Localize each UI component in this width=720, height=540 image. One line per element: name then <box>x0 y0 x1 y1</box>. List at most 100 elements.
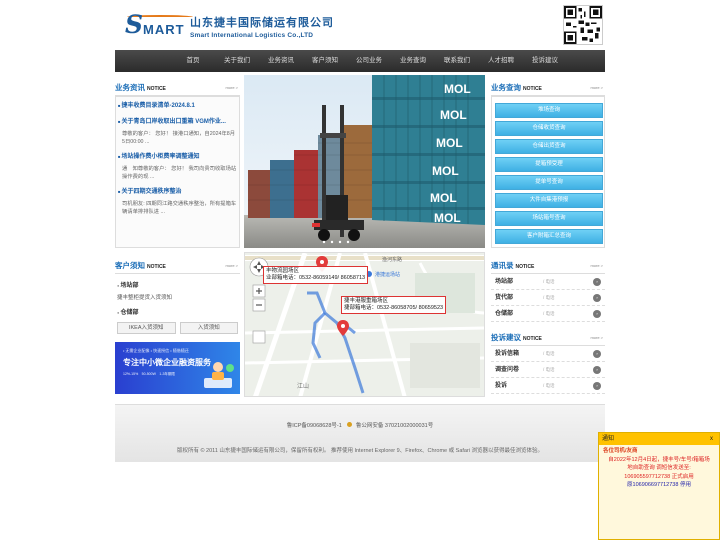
arrow-icon: › <box>593 366 601 374</box>
guide-more-link[interactable]: more > <box>225 263 238 268</box>
location-map[interactable]: 渔河东路 港捷运场站 江山 丰物流园场区 业部箱电话：0532-86059149… <box>244 252 485 397</box>
nav-customer-notice[interactable]: 客户须知 <box>303 50 347 72</box>
news-item-title[interactable]: 关于四期交通秩序整治 <box>118 187 237 197</box>
complaints-more-link[interactable]: more > <box>590 335 603 340</box>
complaint-tel: / 电话 <box>543 383 555 388</box>
news-item[interactable]: 捷丰收费目录清单-2024.8.1 <box>116 97 239 113</box>
nav-about[interactable]: 关于我们 <box>215 50 259 72</box>
query-notice: NOTICE <box>523 86 542 92</box>
complaint-row[interactable]: 投诉 / 电话 › <box>491 378 605 394</box>
bill-of-lading-query-button[interactable]: 提单号查询 <box>495 175 603 190</box>
contacts-section: 通讯录 NOTICE more > 场站部 / 电话 › 货代部 / 电话 › 仓储部 / … <box>491 260 605 395</box>
arrow-icon: › <box>593 350 601 358</box>
nav-news[interactable]: 业务资讯 <box>259 50 303 72</box>
container-yard-photo: MOL MOL MOL MOL MOL MOL <box>244 75 485 248</box>
police-record-link[interactable]: 鲁公网安备 37021002000031号 <box>356 423 433 429</box>
map-road-label: 渔河东路 <box>382 257 403 263</box>
company-logo[interactable]: S MART <box>125 10 195 39</box>
news-item[interactable]: 场站操作费小柜费率调整通知通 知尊敬的客户： 您好！ 我司向贵司收取场站操作费的… <box>116 148 239 183</box>
nav-jobs[interactable]: 人才招聘 <box>479 50 523 72</box>
complaint-row[interactable]: 调查问卷 / 电话 › <box>491 362 605 378</box>
guide-title: 客户须知 <box>115 261 145 270</box>
nav-contact[interactable]: 联系我们 <box>435 50 479 72</box>
banner-brand-text: MOL <box>436 136 463 150</box>
popup-line: 自2022年12月4日起，捷丰号/车号/箱箱场 <box>608 456 710 463</box>
complaint-name: 投诉 <box>495 383 508 389</box>
nav-complaints[interactable]: 投诉建议 <box>523 50 567 72</box>
warehouse-receive-query-button[interactable]: 仓储收货查询 <box>495 121 603 136</box>
popup-old-number: 原106906697712738 停用 <box>627 482 691 488</box>
finance-ad-banner[interactable]: • 无需企业配像 • 快速授信 • 随借随还 专注中小微企业融资服务 12%-1… <box>115 342 240 394</box>
arrow-icon: › <box>593 310 601 318</box>
banner-image[interactable]: MOL MOL MOL MOL MOL MOL <box>244 75 485 248</box>
inbound-notice-button[interactable]: 入货须知 <box>179 322 238 334</box>
contacts-more-link[interactable]: more > <box>590 263 603 268</box>
arrow-icon: › <box>593 278 601 286</box>
guide-header: 客户须知 NOTICE more > <box>115 260 240 274</box>
warehouse-ship-query-button[interactable]: 仓储出货查询 <box>495 139 603 154</box>
contact-row[interactable]: 仓储部 / 电话 › <box>491 306 605 322</box>
banner-brand-text: MOL <box>432 164 459 178</box>
logo-s: S <box>125 10 144 39</box>
yard-query-button[interactable]: 堆场查询 <box>495 103 603 118</box>
complaints-title: 投诉建议 <box>491 333 521 342</box>
contacts-header: 通讯录 NOTICE more > <box>491 260 605 274</box>
notice-popup: 通知 x 各位司机/友商 自2022年12月4日起，捷丰号/车号/箱箱场 地自助… <box>598 432 720 540</box>
ad-person-illustration <box>204 362 234 388</box>
company-name-cn: 山东捷丰国际储运有限公司 <box>190 16 334 29</box>
contact-tel: / 电话 <box>543 311 555 316</box>
contact-tel: / 电话 <box>543 295 555 300</box>
banner-brand-text: MOL <box>440 108 467 122</box>
guide-buttons: IKEA入货须知 入货须知 <box>117 322 238 334</box>
map-label-heavy-container-yard: 捷丰港服重箱场区 捷部箱电话：0532-86058705/ 80659523 <box>341 296 447 314</box>
notice-popup-body: 各位司机/友商 自2022年12月4日起，捷丰号/车号/箱箱场 地自助查询 调短… <box>599 445 719 492</box>
contact-name: 仓储部 <box>495 311 514 317</box>
news-item[interactable]: 关于四期交通秩序整治司机朋友: 四期同江路交通秩序整治，所有提箱车辆请单排排队进… <box>116 183 239 218</box>
map-place-label: 港捷运场站 <box>375 272 401 278</box>
news-more-link[interactable]: more > <box>225 85 238 90</box>
guide-notice: NOTICE <box>147 264 166 270</box>
news-item-summary: 通 知尊敬的客户： 您好！ 我司向贵司收取场站操作费的现 ... <box>122 166 237 180</box>
contact-row[interactable]: 货代部 / 电话 › <box>491 290 605 306</box>
close-icon[interactable]: x <box>710 433 713 445</box>
guide-yard-notice-link[interactable]: 捷丰整柜提货入货须知 <box>117 293 240 301</box>
news-section: 业务资讯NOTICE more > 捷丰收费目录清单-2024.8.1 关于青岛… <box>115 82 240 248</box>
footer-copyright: 版权所有 © 2011 山东捷丰国际储运有限公司，保留所有权利。 推荐使用 In… <box>176 448 544 454</box>
logo-mart: MART <box>143 22 185 37</box>
nav-query[interactable]: 业务查询 <box>391 50 435 72</box>
query-more-link[interactable]: more > <box>590 85 603 90</box>
pickup-preaccept-button[interactable]: 提箱预受理 <box>495 157 603 172</box>
icp-link[interactable]: 鲁ICP备09068628号-1 <box>287 423 342 429</box>
contact-name: 场站部 <box>495 279 514 285</box>
notice-popup-bar: 通知 x <box>599 433 719 445</box>
header: S MART 山东捷丰国际储运有限公司 Smart International … <box>115 0 605 50</box>
news-item-title[interactable]: 场站操作费小柜费率调整通知 <box>118 152 237 162</box>
query-title: 业务查询 <box>491 83 521 92</box>
oversize-forecast-button[interactable]: 大件自集港预报 <box>495 193 603 208</box>
ad-features: • 无需企业配像 • 快速授信 • 随借随还 <box>123 348 189 353</box>
news-item[interactable]: 关于青岛口岸收取出口重箱 VGM作业... 尊敬的客户： 您好！ 接港口通知，自2… <box>116 113 239 148</box>
news-item-title[interactable]: 捷丰收费目录清单-2024.8.1 <box>118 101 237 111</box>
nav-home[interactable]: 首页 <box>171 50 215 72</box>
arrow-icon: › <box>593 294 601 302</box>
popup-line: 地自助查询 调短信发送至: <box>627 465 691 471</box>
map-label-title: 捷丰港服重箱场区 <box>344 298 389 304</box>
map-label-phone: 捷部箱电话：0532-86058705/ 80659523 <box>344 305 444 311</box>
container-number-query-button[interactable]: 场站箱号查询 <box>495 211 603 226</box>
map-road-label: 江山 <box>297 384 310 390</box>
police-badge-icon <box>347 422 353 427</box>
query-header: 业务查询 NOTICE more > <box>491 82 605 96</box>
customer-container-summary-button[interactable]: 客户附箱汇总查询 <box>495 229 603 244</box>
customer-guide-section: 客户须知NOTICE more > 场站部 捷丰整柜提货入货须知 仓储部 IKE… <box>115 260 240 395</box>
complaint-tel: / 电话 <box>543 367 555 372</box>
news-item-title[interactable]: 关于青岛口岸收取出口重箱 VGM作业... <box>118 117 237 127</box>
ad-headline: 专注中小微企业融资服务 <box>123 358 211 367</box>
ad-terms: 12%-15% 50-500W 1-3年期限 <box>123 372 175 376</box>
nav-business[interactable]: 公司业务 <box>347 50 391 72</box>
contact-name: 货代部 <box>495 295 514 301</box>
ikea-notice-button[interactable]: IKEA入货须知 <box>117 322 176 334</box>
footer-icp: 鲁ICP备09068628号-1 鲁公网安备 37021002000031号 <box>115 421 605 429</box>
main-nav: 首页 关于我们 业务资讯 客户须知 公司业务 业务查询 联系我们 人才招聘 投诉… <box>115 50 605 72</box>
contact-row[interactable]: 场站部 / 电话 › <box>491 274 605 290</box>
complaint-row[interactable]: 投诉信箱 / 电话 › <box>491 346 605 362</box>
